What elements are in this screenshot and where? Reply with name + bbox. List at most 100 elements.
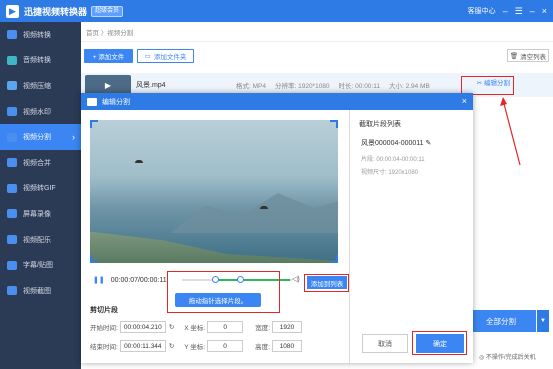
- sidebar-item[interactable]: 视频合并: [0, 150, 81, 176]
- sidebar-item-label: 视频合并: [23, 159, 51, 167]
- sidebar-item-label: 视频分割: [23, 134, 51, 142]
- y-input[interactable]: 0: [207, 340, 244, 352]
- dialog-close-icon[interactable]: ×: [462, 96, 467, 106]
- file-name: 风景.mp4: [136, 82, 166, 89]
- sidebar-item-label: 视频配乐: [23, 236, 51, 244]
- end-row: 结束时间: 00:00:11.344 ↻ Y 坐标: 0 高度: 1080: [90, 340, 302, 352]
- add-file-button[interactable]: + 添加文件: [84, 49, 133, 63]
- sidebar-item[interactable]: 字幕/贴图: [0, 252, 81, 278]
- timeline-track[interactable]: [182, 276, 292, 283]
- volume-icon[interactable]: ◁): [292, 275, 300, 283]
- end-time-input[interactable]: 00:00:11.344: [119, 340, 166, 352]
- sidebar-item-label: 视频压缩: [23, 82, 51, 90]
- edit-icon[interactable]: ✎: [425, 140, 431, 147]
- sidebar-item-icon: [7, 286, 17, 296]
- service-center-link[interactable]: 客服中心: [468, 6, 496, 16]
- app-logo-icon: ▶: [6, 4, 19, 18]
- pause-icon[interactable]: ❚❚: [93, 276, 105, 284]
- timecode: 00:00:07/00:00:11: [110, 276, 167, 284]
- playhead-handle[interactable]: [237, 276, 244, 283]
- reset-end-icon[interactable]: ↻: [169, 342, 174, 350]
- video-thumbnail: ▶: [85, 75, 131, 95]
- width-input[interactable]: 1920: [272, 321, 303, 333]
- sidebar: 视频转换音频转换视频压缩视频水印视频分割视频合并视频转GIF 屏幕录像视频配乐字幕…: [0, 22, 81, 369]
- dialog-logo-icon: [87, 97, 97, 106]
- title-bar: ▶ 迅捷视频转换器 超级会员 客服中心 – ☰ – ×: [0, 0, 553, 22]
- sidebar-item-icon: [7, 55, 17, 65]
- video-mountains: [170, 193, 338, 233]
- clear-list-button[interactable]: 🗑 清空列表: [507, 49, 549, 62]
- start-row: 开始时间: 00:00:04.210 ↻ X 坐标: 0 宽度: 1920: [90, 321, 303, 333]
- minimize-button[interactable]: –: [503, 6, 508, 16]
- start-label: 开始时间:: [90, 325, 118, 332]
- crop-corner-tr[interactable]: [330, 120, 338, 128]
- crop-corner-br[interactable]: [330, 255, 338, 263]
- end-label: 结束时间:: [90, 344, 118, 351]
- file-size: 大小: 2.94 MB: [388, 83, 430, 90]
- clip-list-panel: 截取片段列表 风景000004-000011 ✎ 片段: 00:00:04-00…: [349, 110, 473, 363]
- shutdown-option[interactable]: ◎ 不操作/完成后关机: [479, 352, 536, 361]
- dialog-header: 编辑分割: [81, 93, 473, 110]
- sidebar-item-icon: [7, 81, 17, 91]
- sidebar-item[interactable]: 视频配乐: [0, 227, 81, 253]
- file-format: 格式: MP4: [236, 83, 266, 90]
- sidebar-item[interactable]: 视频转GIF: [0, 176, 81, 202]
- sidebar-item-label: 音频转换: [23, 57, 51, 65]
- cancel-button[interactable]: 取消: [362, 334, 408, 353]
- sidebar-item[interactable]: 视频分割: [0, 124, 81, 150]
- clip-list-title: 截取片段列表: [359, 121, 401, 128]
- split-dropdown-icon[interactable]: ▼: [537, 310, 549, 332]
- x-label: X 坐标:: [184, 325, 206, 332]
- sidebar-item-label: 视频转GIF: [23, 185, 56, 193]
- sidebar-item-label: 视频转换: [23, 31, 51, 39]
- dialog-title: 编辑分割: [102, 98, 130, 106]
- sidebar-item-label: 视频截图: [23, 287, 51, 295]
- toolbar: + 添加文件 ▭ 添加文件夹 🗑 清空列表: [81, 46, 553, 66]
- sidebar-item[interactable]: 视频水印: [0, 99, 81, 125]
- close-button[interactable]: ×: [542, 6, 547, 16]
- folder-icon: ▭: [144, 53, 151, 60]
- height-input[interactable]: 1080: [271, 340, 302, 352]
- sidebar-item[interactable]: 视频压缩: [0, 73, 81, 99]
- add-to-list-button[interactable]: 添加到列表: [307, 276, 347, 289]
- sidebar-item-icon: [7, 132, 17, 142]
- play-icon: ▶: [104, 80, 112, 90]
- app-title: 迅捷视频转换器: [24, 6, 88, 17]
- sidebar-item-icon: [7, 30, 17, 40]
- clip-item-name[interactable]: 风景000004-000011 ✎: [361, 138, 431, 148]
- sidebar-item-icon: [7, 209, 17, 219]
- clip-name-text: 风景000004-000011: [361, 140, 424, 147]
- minimize2-button[interactable]: –: [530, 6, 535, 16]
- start-time-input[interactable]: 00:00:04.210: [119, 321, 166, 333]
- video-preview[interactable]: [90, 120, 338, 263]
- file-resolution: 分辨率: 1920*1080: [274, 83, 330, 90]
- sidebar-item[interactable]: 视频转换: [0, 22, 81, 48]
- paraglider-2: [260, 206, 268, 209]
- menu-button[interactable]: ☰: [515, 6, 523, 17]
- edit-split-link[interactable]: ✂ 编辑分割: [477, 77, 510, 87]
- file-duration: 时长: 00:00:11: [338, 83, 380, 90]
- sidebar-item[interactable]: 视频截图: [0, 278, 81, 304]
- paraglider-1: [135, 160, 143, 163]
- ok-button[interactable]: 确定: [416, 334, 464, 353]
- reset-start-icon[interactable]: ↻: [169, 323, 174, 331]
- x-input[interactable]: 0: [207, 321, 244, 333]
- add-folder-button[interactable]: ▭ 添加文件夹: [137, 49, 194, 63]
- edit-split-label: 编辑分割: [484, 80, 510, 87]
- crop-corner-bl[interactable]: [90, 255, 98, 263]
- sidebar-item-icon: [7, 183, 17, 193]
- crop-corner-tl[interactable]: [90, 120, 98, 128]
- edit-split-dialog: 编辑分割 × ❚❚ 00:00:07/00:00:11 ◁) 添加到列表 拖动指…: [81, 93, 473, 363]
- start-handle[interactable]: [212, 276, 219, 283]
- sidebar-item-label: 屏幕录像: [23, 210, 51, 218]
- cut-section-title: 剪切片段: [90, 307, 118, 314]
- sidebar-item[interactable]: 音频转换: [0, 48, 81, 74]
- sidebar-item[interactable]: 屏幕录像: [0, 201, 81, 227]
- split-all-button[interactable]: 全部分割: [466, 310, 536, 332]
- title-right: 客服中心 – ☰ – ×: [468, 0, 547, 22]
- sidebar-item-icon: [7, 158, 17, 168]
- sidebar-item-label: 字幕/贴图: [23, 262, 53, 270]
- drag-tooltip: 拖动指针选择片段。: [175, 293, 261, 307]
- sidebar-item-icon: [7, 107, 17, 117]
- vip-badge[interactable]: 超级会员: [91, 5, 124, 17]
